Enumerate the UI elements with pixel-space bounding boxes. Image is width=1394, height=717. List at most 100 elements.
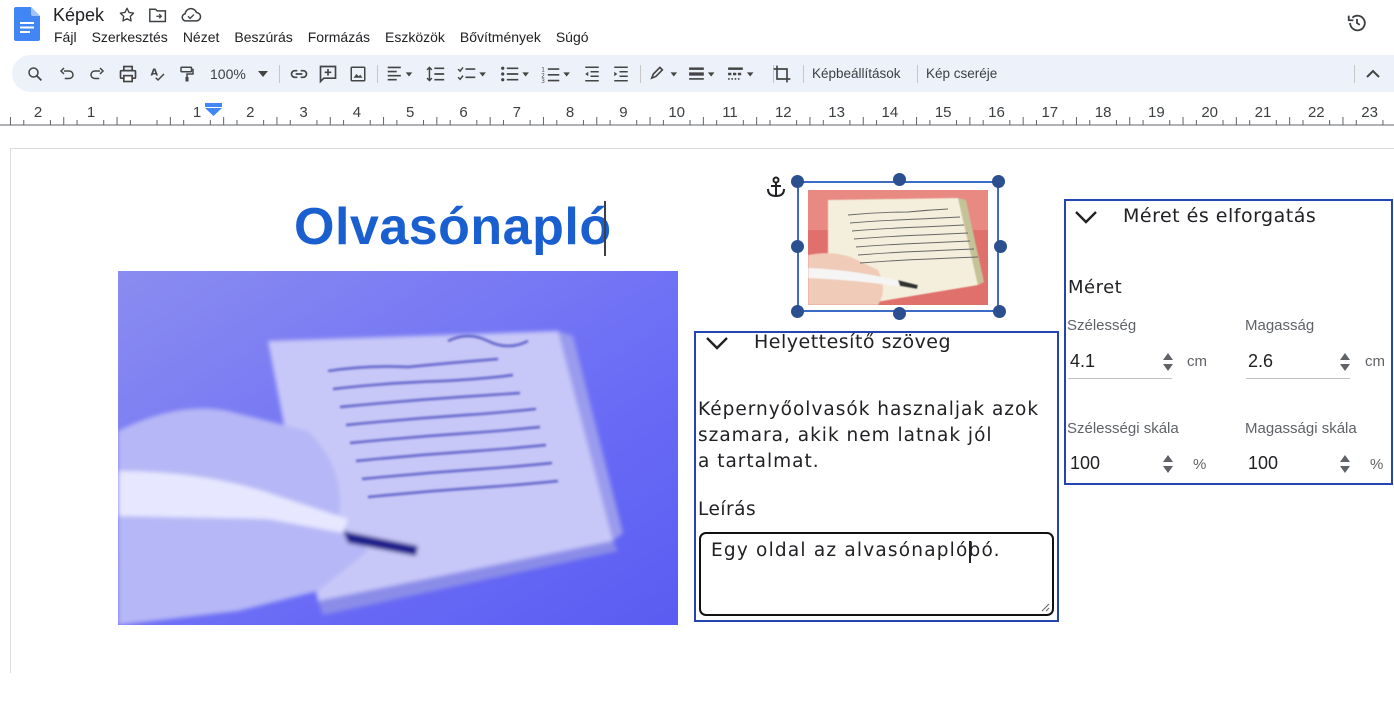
size-rotation-panel <box>1064 199 1393 485</box>
ruler-label: 19 <box>1148 104 1165 121</box>
border-weight-icon[interactable] <box>687 64 719 84</box>
anchor-icon[interactable] <box>766 176 786 198</box>
ruler-label: 5 <box>406 104 414 121</box>
line-spacing-icon[interactable] <box>426 64 446 84</box>
replace-image-button[interactable]: Kép cseréje <box>926 66 997 81</box>
ruler-label: 22 <box>1308 104 1325 121</box>
height-scale-stepper-icon[interactable] <box>1338 453 1352 475</box>
ruler-label: 2 <box>34 104 42 121</box>
ruler-label: 21 <box>1255 104 1272 121</box>
height-stepper-icon[interactable] <box>1338 351 1352 373</box>
menu-insert[interactable]: Beszúrás <box>227 29 300 45</box>
description-label: Leírás <box>698 499 757 520</box>
svg-text:3: 3 <box>541 79 545 83</box>
insert-link-icon[interactable] <box>289 64 309 84</box>
chevron-up-icon[interactable] <box>1366 64 1380 84</box>
ruler-label: 9 <box>619 104 627 121</box>
move-folder-icon[interactable] <box>148 6 168 24</box>
crop-icon[interactable] <box>772 64 792 84</box>
resize-handle-bottom-right[interactable] <box>993 305 1006 318</box>
menu-extensions[interactable]: Bővítmények <box>452 29 548 45</box>
width-scale-input[interactable]: 100 <box>1070 453 1100 474</box>
ruler-label: 15 <box>935 104 952 121</box>
star-icon[interactable] <box>118 6 136 24</box>
ruler-label: 1 <box>87 104 95 121</box>
width-scale-stepper-icon[interactable] <box>1161 453 1175 475</box>
menu-help[interactable]: Súgó <box>548 29 596 45</box>
size-panel-title[interactable]: Méret és elforgatás <box>1123 205 1316 227</box>
resize-handle-bottom[interactable] <box>893 307 906 320</box>
document-title[interactable]: Képek <box>53 5 104 26</box>
height-scale-label: Magassági skála <box>1245 420 1357 437</box>
ruler-label: 4 <box>353 104 361 121</box>
width-input[interactable]: 4.1 <box>1070 351 1095 372</box>
image-options-button[interactable]: Képbeállítások <box>812 66 901 81</box>
border-dash-icon[interactable] <box>726 64 758 84</box>
paint-format-icon[interactable] <box>178 64 196 84</box>
notebook-image[interactable] <box>118 271 678 625</box>
alt-text-panel-title[interactable]: Helyettesítő szöveg <box>754 331 951 353</box>
width-unit: cm <box>1187 353 1207 370</box>
menu-edit[interactable]: Szerkesztés <box>84 29 175 45</box>
menu-view[interactable]: Nézet <box>175 29 227 45</box>
ruler-label: 23 <box>1361 104 1378 121</box>
toolbar-divider <box>377 65 378 83</box>
add-comment-icon[interactable] <box>318 64 338 84</box>
height-scale-unit: % <box>1370 456 1384 473</box>
increase-indent-icon[interactable] <box>612 64 630 84</box>
print-icon[interactable] <box>118 64 138 84</box>
resize-handle-left[interactable] <box>791 240 804 253</box>
version-history-icon[interactable] <box>1346 12 1368 34</box>
ruler-label: 17 <box>1041 104 1058 121</box>
ruler-label: 2 <box>246 104 254 121</box>
resize-handle-top-right[interactable] <box>992 175 1005 188</box>
height-input[interactable]: 2.6 <box>1248 351 1273 372</box>
ruler-label: 8 <box>566 104 574 121</box>
svg-text:A: A <box>151 68 159 79</box>
collapse-alt-text-chevron-icon[interactable] <box>705 336 729 350</box>
zoom-select[interactable]: 100% <box>210 64 268 84</box>
alt-text-description: Képernyőolvasók hasznaljak azok szamara,… <box>698 397 1039 475</box>
ruler-label: 7 <box>513 104 521 121</box>
checklist-icon[interactable] <box>457 64 487 84</box>
undo-icon[interactable] <box>58 64 76 84</box>
ruler[interactable]: 2 1 1 2 3 4 5 6 7 8 9 10 11 12 13 14 15 16 17 18 19 20 21 22 23 <box>0 98 1394 128</box>
border-color-icon[interactable] <box>648 64 680 84</box>
redo-icon[interactable] <box>88 64 106 84</box>
spellcheck-icon[interactable]: A <box>149 64 167 84</box>
width-scale-unit: % <box>1193 456 1207 473</box>
height-underline <box>1246 378 1350 379</box>
menu-tools[interactable]: Eszközök <box>377 29 452 45</box>
menu-format[interactable]: Formázás <box>300 29 377 45</box>
zoom-value: 100% <box>210 66 246 82</box>
resize-handle-bottom-left[interactable] <box>791 305 804 318</box>
ruler-label: 13 <box>828 104 845 121</box>
search-menus-icon[interactable] <box>26 64 44 84</box>
document-heading[interactable]: Olvasónapló <box>294 197 612 257</box>
textarea-cursor <box>969 541 971 563</box>
cloud-status-icon[interactable] <box>180 6 202 24</box>
resize-handle-right[interactable] <box>994 240 1007 253</box>
width-label: Szélesség <box>1067 317 1137 334</box>
menu-file[interactable]: Fájl <box>54 29 84 45</box>
decrease-indent-icon[interactable] <box>583 64 601 84</box>
width-scale-label: Szélességi skála <box>1067 420 1179 437</box>
ruler-label: 1 <box>193 104 201 121</box>
toolbar-divider <box>1354 65 1355 83</box>
numbered-list-icon[interactable]: 123 <box>541 64 571 84</box>
align-icon[interactable] <box>386 64 414 84</box>
height-unit: cm <box>1365 353 1385 370</box>
ruler-label: 3 <box>299 104 307 121</box>
insert-image-icon[interactable] <box>349 64 367 84</box>
toolbar-divider <box>917 65 918 83</box>
collapse-size-chevron-icon[interactable] <box>1074 210 1098 224</box>
resize-handle-top-left[interactable] <box>791 175 804 188</box>
ruler-label: 18 <box>1095 104 1112 121</box>
width-stepper-icon[interactable] <box>1161 351 1175 373</box>
image-selection-frame[interactable] <box>791 173 1007 320</box>
height-scale-input[interactable]: 100 <box>1248 453 1278 474</box>
docs-logo-icon[interactable] <box>14 7 40 41</box>
toolbar-divider <box>803 65 804 83</box>
bulleted-list-icon[interactable] <box>500 64 530 84</box>
resize-handle-top[interactable] <box>893 173 906 186</box>
